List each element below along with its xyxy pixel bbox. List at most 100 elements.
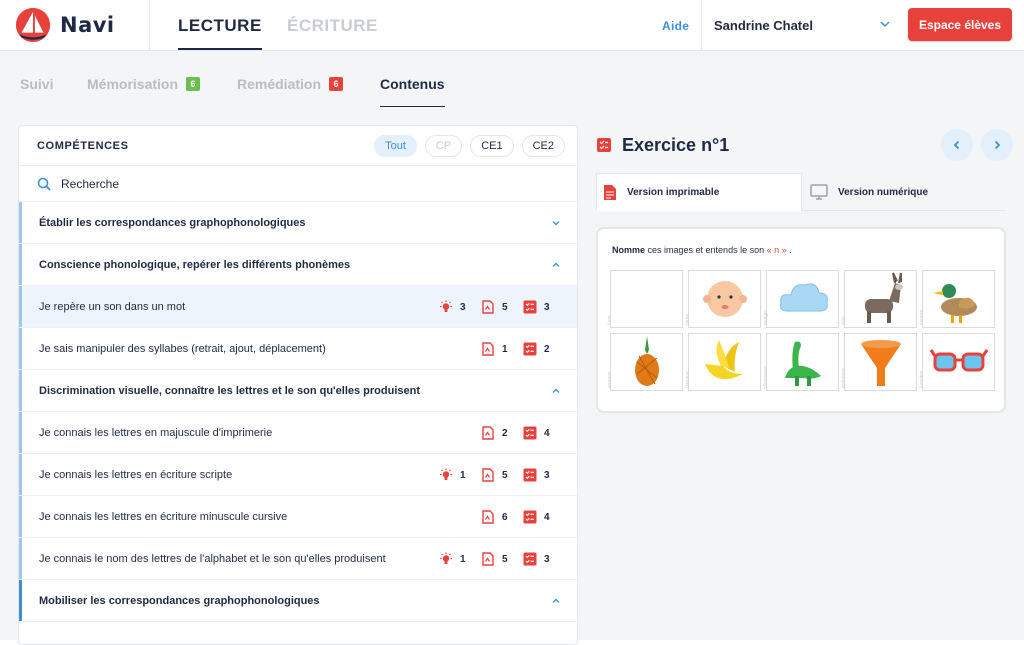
stat-count: 5 bbox=[502, 469, 508, 481]
competence-group[interactable]: Conscience phonologique, repérer les dif… bbox=[19, 244, 577, 286]
row-label: Je connais les lettres en écriture scrip… bbox=[39, 468, 233, 481]
filter-tout[interactable]: Tout bbox=[374, 135, 417, 157]
app-name: Navi bbox=[60, 13, 115, 37]
exercise-icon bbox=[523, 510, 537, 524]
instruction-verb: Nomme bbox=[612, 245, 646, 255]
chevron-up-icon[interactable] bbox=[551, 596, 561, 606]
tab-contenus[interactable]: Contenus bbox=[380, 76, 445, 108]
competences-list: Établir les correspondances graphophonol… bbox=[19, 202, 577, 622]
doc-stat: 5 bbox=[481, 300, 523, 314]
item-stats: 24 bbox=[439, 426, 565, 440]
tab-lecture[interactable]: LECTURE bbox=[178, 16, 262, 50]
competences-panel: COMPÉTENCES Tout CP CE1 CE2 Recherche Ét… bbox=[18, 125, 578, 645]
tab-label: Contenus bbox=[380, 76, 445, 92]
item-stats: 12 bbox=[439, 342, 565, 356]
logo[interactable]: Navi bbox=[0, 0, 150, 51]
competence-group[interactable]: Établir les correspondances graphophonol… bbox=[19, 202, 577, 244]
bulb-stat: 1 bbox=[439, 552, 481, 566]
competence-group[interactable]: Mobiliser les correspondances graphophon… bbox=[19, 580, 577, 622]
tab-ecriture[interactable]: ÉCRITURE bbox=[287, 16, 378, 36]
competence-item[interactable]: Je connais les lettres en écriture minus… bbox=[19, 496, 577, 538]
tab-suivi[interactable]: Suivi bbox=[20, 76, 53, 92]
search-input[interactable]: Recherche bbox=[19, 166, 577, 202]
previous-button[interactable] bbox=[941, 129, 973, 161]
picture-card: nuage bbox=[763, 270, 839, 328]
competence-group[interactable]: Discrimination visuelle, connaître les l… bbox=[19, 370, 577, 412]
donkey-icon bbox=[864, 272, 903, 323]
competence-item[interactable]: Je repère un son dans un mot 3 5 3 bbox=[19, 286, 577, 328]
row-label: Je connais le nom des lettres de l'alpha… bbox=[39, 552, 386, 565]
stat-count: 5 bbox=[502, 553, 508, 565]
tab-remediation[interactable]: Remédiation 6 bbox=[237, 76, 344, 92]
document-icon bbox=[604, 185, 616, 200]
filter-cp[interactable]: CP bbox=[424, 135, 463, 157]
exercise-icon bbox=[523, 300, 537, 314]
tab-digital[interactable]: Version numérique bbox=[810, 173, 928, 211]
competence-item[interactable]: Je sais manipuler des syllabes (retrait,… bbox=[19, 328, 577, 370]
exercise-icon bbox=[523, 342, 537, 356]
stat-count: 4 bbox=[544, 511, 550, 523]
exercise-icon bbox=[523, 552, 537, 566]
ex-stat: 3 bbox=[523, 552, 565, 566]
tab-label: Version imprimable bbox=[627, 187, 720, 198]
filter-ce1[interactable]: CE1 bbox=[470, 135, 514, 157]
row-label: Je sais manipuler des syllabes (retrait,… bbox=[39, 342, 326, 355]
stat-count: 1 bbox=[460, 469, 466, 481]
document-icon bbox=[482, 342, 494, 356]
dinosaur-icon bbox=[784, 341, 821, 386]
stat-count: 3 bbox=[544, 301, 550, 313]
chevron-up-icon[interactable] bbox=[551, 260, 561, 270]
picture-card: ananas bbox=[607, 333, 683, 391]
stat-count: 3 bbox=[544, 553, 550, 565]
doc-stat: 1 bbox=[481, 342, 523, 356]
picture-card: dinosaure bbox=[763, 333, 839, 391]
tab-label: Mémorisation bbox=[87, 76, 179, 92]
document-icon bbox=[482, 426, 494, 440]
level-filters: Tout CP CE1 CE2 bbox=[374, 135, 565, 157]
exercise-title: Exercice n°1 bbox=[622, 134, 730, 155]
stat-count: 5 bbox=[502, 301, 508, 313]
doc-stat: 6 bbox=[481, 510, 523, 524]
picture-card: canard bbox=[919, 270, 995, 328]
ex-stat: 3 bbox=[523, 468, 565, 482]
ex-stat: 3 bbox=[523, 300, 565, 314]
chevron-right-icon bbox=[994, 140, 1001, 150]
item-stats: 1 5 3 bbox=[439, 468, 565, 482]
tab-printable[interactable]: Version imprimable bbox=[596, 173, 802, 211]
picture-card: lune bbox=[607, 270, 683, 328]
exercise-panel: Exercice n°1 Version imprimable Version … bbox=[596, 125, 1016, 413]
count-badge: 6 bbox=[329, 77, 344, 91]
chevron-left-icon bbox=[953, 140, 960, 150]
exercise-icon bbox=[523, 468, 537, 482]
funnel-icon bbox=[860, 340, 901, 386]
row-label: Je connais les lettres en majuscule d'im… bbox=[39, 426, 273, 439]
filter-ce2[interactable]: CE2 bbox=[521, 135, 565, 157]
row-label: Je connais les lettres en écriture minus… bbox=[39, 510, 288, 523]
page-body: COMPÉTENCES Tout CP CE1 CE2 Recherche Ét… bbox=[0, 107, 1024, 645]
tab-memorisation[interactable]: Mémorisation 6 bbox=[87, 76, 201, 92]
competence-item[interactable]: Je connais les lettres en majuscule d'im… bbox=[19, 412, 577, 454]
row-label: Mobiliser les correspondances graphophon… bbox=[39, 594, 320, 607]
instruction-text: ces images et entends le son bbox=[645, 245, 767, 255]
search-icon bbox=[37, 177, 51, 191]
exercise-instruction: Nomme ces images et entends le son « n »… bbox=[612, 245, 792, 255]
students-space-button[interactable]: Espace élèves bbox=[908, 8, 1012, 41]
baby-face-icon bbox=[702, 281, 747, 317]
competence-item[interactable]: Je connais le nom des lettres de l'alpha… bbox=[19, 538, 577, 580]
document-icon bbox=[482, 552, 494, 566]
stat-count: 1 bbox=[502, 343, 508, 355]
help-link[interactable]: Aide bbox=[662, 19, 689, 33]
exercise-card: Nomme ces images et entends le son « n »… bbox=[596, 227, 1006, 413]
tab-label: Version numérique bbox=[838, 186, 929, 198]
stat-count: 6 bbox=[502, 511, 508, 523]
bulb-stat: 3 bbox=[439, 300, 481, 314]
chevron-down-icon[interactable] bbox=[551, 218, 561, 228]
count-badge: 6 bbox=[186, 77, 201, 91]
panel-title: COMPÉTENCES bbox=[37, 139, 129, 152]
lightbulb-icon bbox=[440, 552, 452, 564]
next-button[interactable] bbox=[981, 129, 1013, 161]
item-stats: 3 5 3 bbox=[439, 300, 565, 314]
user-menu[interactable]: Sandrine Chatel bbox=[701, 0, 901, 51]
competence-item[interactable]: Je connais les lettres en écriture scrip… bbox=[19, 454, 577, 496]
chevron-up-icon[interactable] bbox=[551, 386, 561, 396]
